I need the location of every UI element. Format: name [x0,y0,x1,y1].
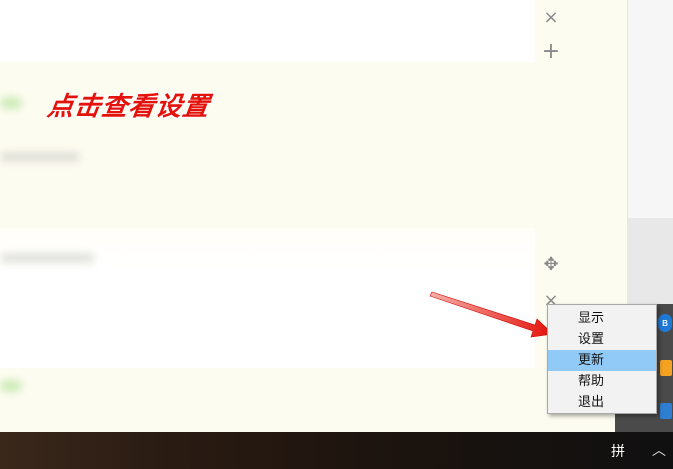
menu-item-settings[interactable]: 设置 [548,329,656,350]
menu-item-exit[interactable]: 退出 [548,392,656,413]
taskbar [0,432,673,469]
menu-item-update[interactable]: 更新 [548,350,656,371]
tray-context-menu: 显示 设置 更新 帮助 退出 [547,304,657,414]
menu-item-show[interactable]: 显示 [548,308,656,329]
menu-item-help[interactable]: 帮助 [548,371,656,392]
arrow-shape [429,291,554,338]
ime-indicator[interactable]: 拼 [611,441,625,461]
show-hidden-icons-chevron-icon[interactable]: ︿ [652,440,666,460]
